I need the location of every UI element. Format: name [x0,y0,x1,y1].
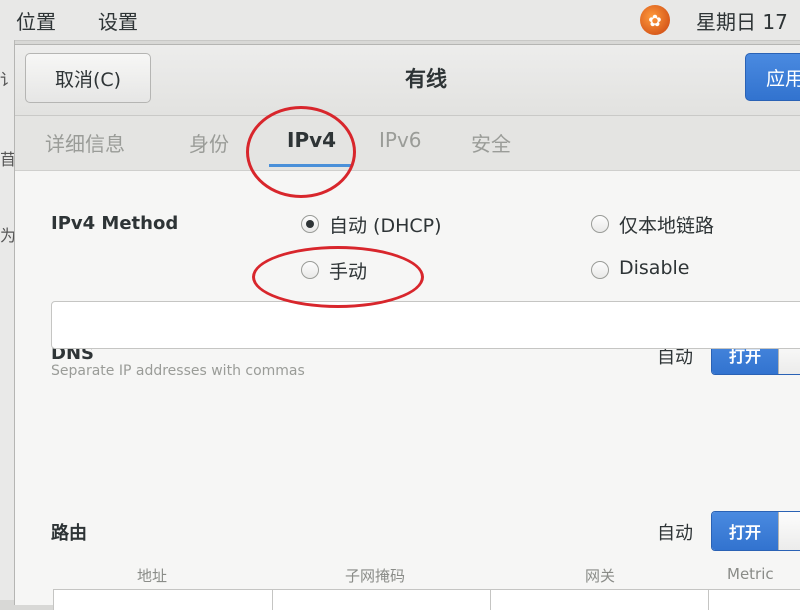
ubuntu-logo-icon[interactable]: ✿ [640,5,670,35]
dns-hint: Separate IP addresses with commas [51,363,305,379]
background-window-edge: 讠 苜 为 [0,40,16,600]
cancel-button[interactable]: 取消(C) [25,53,151,103]
radio-dhcp-label[interactable]: 自动 (DHCP) [329,211,442,238]
routes-auto-switch[interactable]: 打开 [711,511,800,551]
radio-link-local-label[interactable]: 仅本地链路 [619,211,714,238]
annotation-circle-ipv4-tab [246,106,356,198]
radio-disable-label[interactable]: Disable [619,257,689,279]
tab-identity[interactable]: 身份 [189,128,229,157]
dialog-title: 有线 [405,67,447,91]
dialog-header: 取消(C) 有线 应用 [15,45,800,116]
column-header-metric: Metric [727,565,774,583]
menu-places[interactable]: 位置 [16,6,56,35]
radio-link-local[interactable] [591,215,609,233]
tab-bar: 详细信息 身份 IPv4 IPv6 安全 [15,116,800,171]
switch-on-label: 打开 [712,512,778,550]
column-header-gateway: 网关 [585,567,616,585]
menu-settings[interactable]: 设置 [98,6,138,35]
route-address-cell[interactable] [54,590,273,610]
radio-disable[interactable] [591,261,609,279]
column-header-netmask: 子网掩码 [345,567,406,585]
ipv4-method-label: IPv4 Method [51,213,179,234]
dns-servers-input[interactable] [51,301,800,349]
switch-knob [778,512,800,550]
column-header-address: 地址 [137,567,168,585]
clock[interactable]: 星期日 17 [696,6,788,35]
wired-settings-dialog: 取消(C) 有线 应用 详细信息 身份 IPv4 IPv6 安全 IPv4 Me… [14,44,800,610]
annotation-circle-manual-option [252,246,424,308]
top-bar: 位置 设置 ✿ 星期日 17 [0,0,800,41]
tab-security[interactable]: 安全 [471,128,511,157]
routes-label: 路由 [51,523,87,544]
route-netmask-cell[interactable] [272,590,491,610]
apply-button[interactable]: 应用 [745,53,800,101]
tab-ipv6[interactable]: IPv6 [379,128,422,152]
radio-dhcp[interactable] [301,215,319,233]
tab-details[interactable]: 详细信息 [45,128,125,157]
route-gateway-cell[interactable] [490,590,709,610]
routes-auto-label: 自动 [657,523,693,544]
